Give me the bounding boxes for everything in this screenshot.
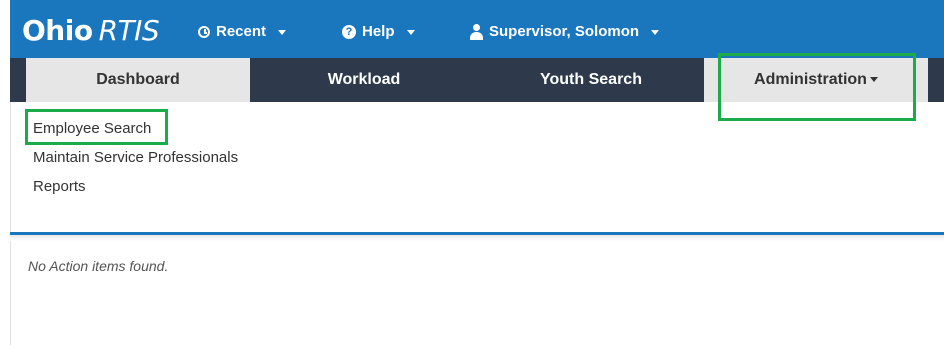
tab-administration[interactable]: Administration [704,58,928,102]
tab-youth-search[interactable]: Youth Search [478,58,704,102]
chevron-down-icon [406,29,415,35]
tab-workload[interactable]: Workload [250,58,478,102]
recent-label: Recent [216,23,267,40]
chevron-down-icon [278,29,287,35]
question-circle-icon: ? [342,25,356,39]
tab-dashboard[interactable]: Dashboard [26,58,250,102]
user-icon [470,24,483,40]
chevron-down-icon [869,77,878,83]
tab-administration-label: Administration [754,71,867,88]
menu-item-employee-search[interactable]: Employee Search [33,120,151,137]
main-nav: Dashboard Workload Youth Search Administ… [10,58,944,102]
top-header: Ohio RTIS Recent ? Help Supervisor, Solom… [10,0,944,58]
chevron-down-icon [651,29,660,35]
panel-shadow [10,235,944,241]
help-menu[interactable]: ? Help [342,21,415,43]
menu-item-reports[interactable]: Reports [33,178,86,195]
logo-rtis: RTIS [98,14,160,47]
empty-action-items-message: No Action items found. [28,258,169,274]
user-menu[interactable]: Supervisor, Solomon [470,21,660,43]
help-label: Help [362,23,395,40]
menu-item-maintain-service-professionals[interactable]: Maintain Service Professionals [33,149,238,166]
admin-dropdown-menu: Employee Search Maintain Service Profess… [11,102,944,232]
logo-ohio: Ohio [22,14,93,47]
app-logo[interactable]: Ohio RTIS [22,13,160,49]
clock-icon [198,26,210,38]
recent-menu[interactable]: Recent [198,21,287,43]
user-label: Supervisor, Solomon [489,23,640,40]
